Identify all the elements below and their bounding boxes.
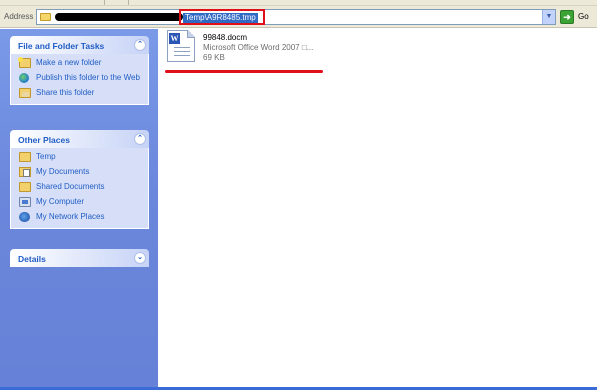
page-fold (187, 30, 195, 38)
task-label: Share this folder (36, 88, 95, 97)
place-shared-documents[interactable]: Shared Documents (19, 182, 142, 193)
folder-icon (19, 152, 31, 162)
place-my-documents[interactable]: My Documents (19, 167, 142, 178)
text-line (174, 51, 190, 52)
file-item[interactable]: W 99848.docm Microsoft Office Word 2007 … (163, 30, 328, 70)
collapse-icon[interactable]: ⌃ (134, 39, 146, 51)
text-line (174, 47, 190, 48)
folder-icon (40, 13, 51, 21)
details-panel: Details ⌄ (10, 249, 149, 267)
place-label: My Documents (36, 167, 90, 176)
text-line (174, 55, 190, 56)
file-type: Microsoft Office Word 2007 □... (203, 43, 314, 52)
file-list-view: W 99848.docm Microsoft Office Word 2007 … (158, 29, 597, 390)
panel-title: File and Folder Tasks (18, 41, 105, 51)
go-arrow-icon: ➜ (560, 10, 574, 24)
address-bar: Address Temp\A9R8485.tmp ▼ ➜ Go (0, 6, 597, 28)
go-label: Go (578, 12, 589, 21)
go-button[interactable]: ➜ Go (560, 10, 596, 24)
panel-title: Details (18, 254, 46, 264)
address-selected-text[interactable]: Temp\A9R8485.tmp (183, 13, 258, 23)
address-label: Address (4, 12, 34, 21)
chevron-down-icon[interactable]: ▼ (542, 10, 555, 24)
task-make-new-folder[interactable]: Make a new folder (18, 57, 142, 69)
annotation-highlight-box: Temp\A9R8485.tmp (179, 9, 265, 25)
place-label: My Computer (36, 197, 85, 206)
task-publish-to-web[interactable]: Publish this folder to the Web (19, 73, 142, 84)
panel-title: Other Places (18, 135, 70, 145)
address-input[interactable]: Temp\A9R8485.tmp ▼ (36, 9, 556, 25)
network-places-icon (19, 212, 30, 222)
annotation-underline (165, 70, 323, 73)
task-pane: File and Folder Tasks ⌃ Make a new folde… (0, 29, 158, 390)
globe-icon (19, 73, 29, 83)
panel-body: Make a new folder Publish this folder to… (10, 54, 149, 105)
other-places-panel: Other Places ⌃ Temp My Documents Shared … (10, 130, 149, 229)
expand-icon[interactable]: ⌄ (134, 252, 146, 264)
panel-header[interactable]: File and Folder Tasks ⌃ (10, 36, 149, 54)
word-badge-icon: W (169, 33, 180, 44)
task-label: Make a new folder (36, 58, 102, 67)
file-folder-tasks-panel: File and Folder Tasks ⌃ Make a new folde… (10, 36, 149, 105)
file-size: 69 KB (203, 53, 225, 62)
panel-header[interactable]: Details ⌄ (10, 249, 149, 267)
toolbar-separator (128, 0, 129, 5)
panel-header[interactable]: Other Places ⌃ (10, 130, 149, 148)
place-label: Temp (36, 152, 56, 161)
place-temp[interactable]: Temp (19, 152, 142, 163)
new-folder-icon (18, 57, 31, 68)
redacted-path (55, 13, 183, 21)
panel-body: Temp My Documents Shared Documents My Co… (10, 148, 149, 229)
my-computer-icon (19, 197, 31, 207)
task-share-folder[interactable]: Share this folder (19, 88, 142, 99)
place-my-computer[interactable]: My Computer (19, 197, 142, 208)
my-documents-icon (19, 167, 31, 177)
word-document-icon: W (167, 30, 195, 62)
place-label: Shared Documents (36, 182, 105, 191)
share-folder-icon (19, 88, 31, 98)
toolbar-separator (104, 0, 105, 5)
task-label: Publish this folder to the Web (36, 73, 140, 82)
place-my-network-places[interactable]: My Network Places (19, 212, 142, 223)
place-label: My Network Places (36, 212, 105, 221)
file-name: 99848.docm (203, 33, 248, 42)
folder-icon (19, 182, 31, 192)
collapse-icon[interactable]: ⌃ (134, 133, 146, 145)
